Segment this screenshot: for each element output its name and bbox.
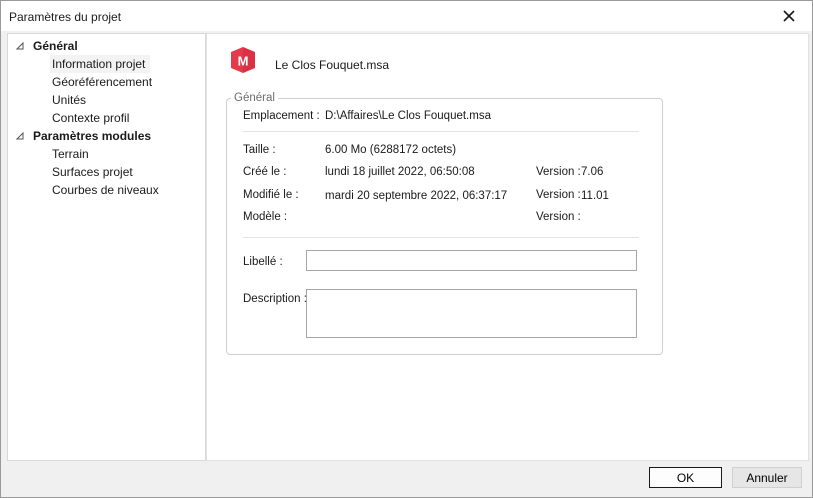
window-title: Paramètres du projet <box>9 10 122 24</box>
size-label: Taille : <box>243 144 276 156</box>
cancel-button[interactable]: Annuler <box>732 467 802 488</box>
created-version-value: 7.06 <box>581 166 604 178</box>
modified-version-label: Version : <box>536 189 581 201</box>
file-name: Le Clos Fouquet.msa <box>275 58 390 72</box>
tree-group-label: Paramètres modules <box>33 129 152 143</box>
expand-arrow-icon[interactable] <box>16 132 24 140</box>
size-value: 6.00 Mo (6288172 octets) <box>325 144 457 156</box>
close-button[interactable] <box>766 1 812 31</box>
tree-item-label: Surfaces projet <box>52 165 133 179</box>
libelle-label: Libellé : <box>243 256 283 268</box>
description-label: Description : <box>243 293 307 305</box>
expand-arrow-icon[interactable] <box>16 42 24 50</box>
separator <box>243 237 639 238</box>
modified-label: Modifié le : <box>243 189 299 201</box>
tree-group-label: Général <box>33 39 78 53</box>
created-value: lundi 18 juillet 2022, 06:50:08 <box>325 166 475 178</box>
tree-item-label: Information projet <box>50 55 151 73</box>
ok-button[interactable]: OK <box>649 467 722 488</box>
model-version-label: Version : <box>536 211 581 223</box>
settings-content-panel: M Le Clos Fouquet.msa Général Emplacemen… <box>206 33 809 461</box>
created-label: Créé le : <box>243 166 287 178</box>
project-settings-dialog: Paramètres du projet Général Information… <box>0 0 813 498</box>
tree-item-label: Terrain <box>52 147 89 161</box>
modified-value: mardi 20 septembre 2022, 06:37:17 <box>325 190 508 202</box>
app-logo-icon: M <box>231 47 255 73</box>
libelle-input[interactable] <box>306 250 637 271</box>
location-value: D:\Affaires\Le Clos Fouquet.msa <box>325 110 491 122</box>
logo-letter: M <box>238 54 249 69</box>
description-textarea[interactable] <box>306 289 637 338</box>
created-version-label: Version : <box>536 166 581 178</box>
tree-item-label: Courbes de niveaux <box>52 183 159 197</box>
location-label: Emplacement : <box>243 110 320 122</box>
close-icon <box>783 10 795 22</box>
tree-item-label: Unités <box>52 93 87 107</box>
title-bar: Paramètres du projet <box>1 1 812 31</box>
tree-item-label: Géoréférencement <box>52 75 153 89</box>
modified-version-value: 11.01 <box>581 190 609 202</box>
settings-tree: Général Information projet Géoréférencem… <box>7 33 206 461</box>
general-group-title: Général <box>231 92 278 104</box>
separator <box>243 131 639 132</box>
tree-item-label: Contexte profil <box>52 111 130 125</box>
model-label: Modèle : <box>243 211 288 223</box>
